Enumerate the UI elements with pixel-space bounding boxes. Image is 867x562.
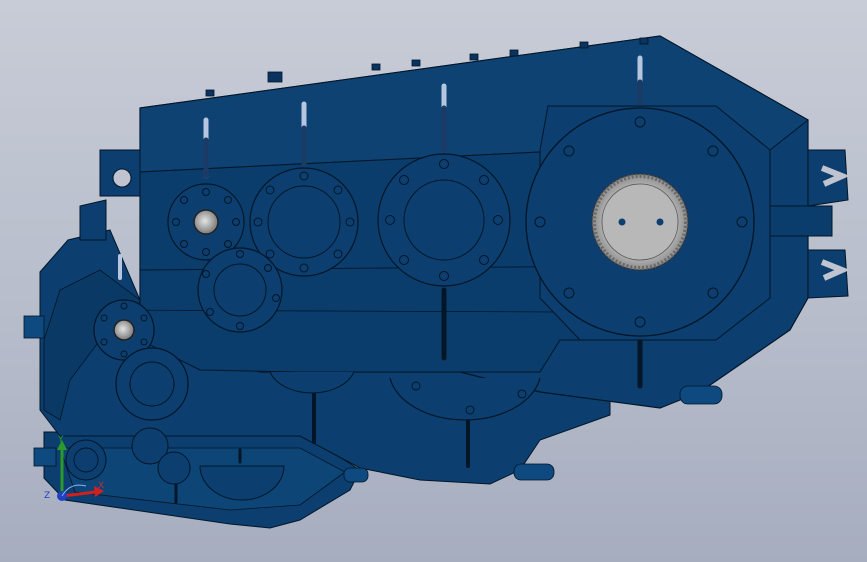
z-axis-label: Z <box>44 491 51 501</box>
intermediate-flange-large <box>377 153 511 287</box>
secondary-flange <box>197 247 283 333</box>
output-flange <box>525 105 771 341</box>
gearbox-model[interactable] <box>0 0 867 562</box>
coordinate-triad: Y X Z <box>40 436 120 506</box>
3d-viewport[interactable]: Y X Z <box>0 0 867 562</box>
axis-triad-icon <box>57 440 104 501</box>
x-axis-label: X <box>98 481 105 491</box>
y-axis-label: Y <box>58 435 64 445</box>
